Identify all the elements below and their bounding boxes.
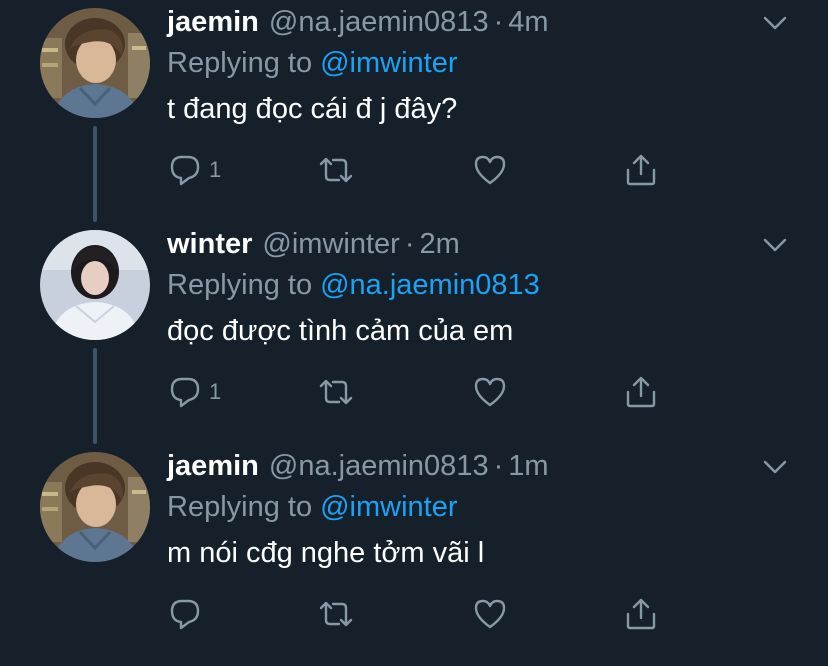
- replying-prefix: Replying to: [167, 269, 313, 301]
- thread-line: [93, 126, 97, 222]
- like-button[interactable]: [472, 374, 508, 410]
- share-icon: [626, 598, 656, 630]
- chevron-down-icon[interactable]: [762, 454, 788, 480]
- reply-count: 1: [209, 379, 222, 404]
- display-name[interactable]: winter: [167, 224, 252, 264]
- user-handle[interactable]: @na.jaemin0813: [269, 446, 489, 486]
- share-icon: [626, 154, 656, 186]
- timeline: jaemin @na.jaemin0813 · 4m Replying to @i…: [0, 0, 828, 647]
- thread-line: [93, 348, 97, 444]
- tweet-text: đọc được tình cảm của em: [167, 315, 514, 347]
- avatar[interactable]: [40, 230, 150, 340]
- chevron-down-icon[interactable]: [762, 232, 788, 258]
- display-name[interactable]: jaemin: [167, 446, 259, 486]
- tweet-header: jaemin @na.jaemin0813 · 4m: [167, 2, 788, 42]
- retweet-icon: [319, 379, 353, 405]
- replying-to: Replying to @na.jaemin0813: [167, 264, 788, 306]
- heart-icon: [474, 377, 506, 407]
- reply-icon: [170, 155, 200, 186]
- avatar[interactable]: [40, 452, 150, 562]
- share-button[interactable]: [623, 596, 659, 632]
- separator-dot: ·: [404, 228, 415, 260]
- tweet-header: jaemin @na.jaemin0813 · 1m: [167, 446, 788, 486]
- tweet-text: t đang đọc cái đ j đây?: [167, 93, 458, 125]
- retweet-icon: [319, 157, 353, 183]
- retweet-icon: [319, 601, 353, 627]
- tweet[interactable]: winter @imwinter · 2m Replying to @na.jae…: [0, 222, 828, 444]
- tweet[interactable]: jaemin @na.jaemin0813 · 1m Replying to @i…: [0, 444, 828, 666]
- tweet-content: winter @imwinter · 2m Replying to @na.jae…: [167, 224, 788, 356]
- tweet-text: m nói cđg nghe tởm vãi l: [167, 537, 485, 569]
- reply-button[interactable]: 1: [167, 152, 221, 188]
- mention-link[interactable]: @imwinter: [320, 47, 457, 79]
- chevron-down-icon[interactable]: [762, 10, 788, 36]
- tweet-actions: 1: [167, 152, 667, 192]
- like-button[interactable]: [472, 152, 508, 188]
- reply-count: 1: [209, 157, 222, 182]
- display-name[interactable]: jaemin: [167, 2, 259, 42]
- retweet-button[interactable]: [317, 152, 355, 188]
- winter-avatar-image: [40, 230, 150, 340]
- share-button[interactable]: [623, 152, 659, 188]
- reply-button[interactable]: 1: [167, 374, 221, 410]
- reply-icon: [170, 377, 200, 408]
- user-handle[interactable]: @na.jaemin0813: [269, 2, 489, 42]
- separator-dot: ·: [493, 6, 504, 38]
- tweet-actions: 1: [167, 374, 667, 414]
- replying-prefix: Replying to: [167, 47, 313, 79]
- replying-to: Replying to @imwinter: [167, 486, 788, 528]
- timestamp[interactable]: 1m: [508, 446, 548, 486]
- tweet-header: winter @imwinter · 2m: [167, 224, 788, 264]
- reply-button[interactable]: [167, 596, 209, 632]
- retweet-button[interactable]: [317, 596, 355, 632]
- jaemin-avatar-image: [40, 452, 150, 562]
- replying-to: Replying to @imwinter: [167, 42, 788, 84]
- reply-icon: [170, 599, 200, 630]
- tweet[interactable]: jaemin @na.jaemin0813 · 4m Replying to @i…: [0, 0, 828, 222]
- replying-prefix: Replying to: [167, 491, 313, 523]
- share-button[interactable]: [623, 374, 659, 410]
- mention-link[interactable]: @na.jaemin0813: [320, 269, 540, 301]
- separator-dot: ·: [493, 450, 504, 482]
- timestamp[interactable]: 2m: [419, 224, 459, 264]
- tweet-content: jaemin @na.jaemin0813 · 4m Replying to @i…: [167, 2, 788, 134]
- heart-icon: [474, 155, 506, 185]
- share-icon: [626, 376, 656, 408]
- heart-icon: [474, 599, 506, 629]
- tweet-content: jaemin @na.jaemin0813 · 1m Replying to @i…: [167, 446, 788, 578]
- user-handle[interactable]: @imwinter: [262, 224, 399, 264]
- avatar[interactable]: [40, 8, 150, 118]
- mention-link[interactable]: @imwinter: [320, 491, 457, 523]
- retweet-button[interactable]: [317, 374, 355, 410]
- like-button[interactable]: [472, 596, 508, 632]
- jaemin-avatar-image: [40, 8, 150, 118]
- tweet-actions: [167, 596, 667, 636]
- timestamp[interactable]: 4m: [508, 2, 548, 42]
